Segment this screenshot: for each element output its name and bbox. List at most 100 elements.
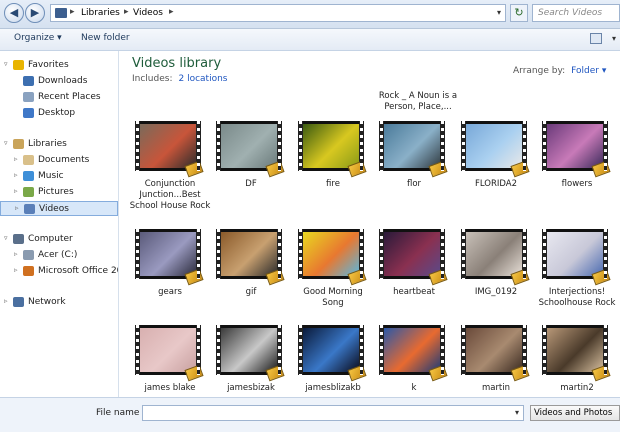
thumbnail-image	[221, 124, 277, 168]
breadcrumb-videos[interactable]: Videos	[133, 8, 163, 18]
video-thumbnail	[135, 121, 204, 178]
file-name-label: james blake	[144, 383, 196, 393]
sidebar-item-computer[interactable]: ▿ Computer	[0, 232, 118, 247]
file-list: Videos library Includes: 2 locations Arra…	[119, 51, 620, 397]
sidebar-item-downloads[interactable]: Downloads	[0, 74, 118, 89]
file-type-filter-label: Videos and Photos	[534, 408, 613, 418]
folder-icon	[23, 76, 34, 86]
file-name-label: jamesbizak	[227, 383, 275, 393]
thumbnail-image	[466, 328, 522, 372]
expander-icon[interactable]: ▹	[14, 171, 18, 179]
file-type-filter[interactable]: Videos and Photos	[530, 405, 620, 421]
organize-button[interactable]: Organize ▾	[14, 33, 62, 43]
sidebar-item-videos[interactable]: ▹ Videos	[0, 201, 118, 216]
includes-line: Includes: 2 locations	[132, 74, 227, 84]
sidebar-item-recent-places[interactable]: Recent Places	[0, 90, 118, 105]
sidebar-item-documents[interactable]: ▹ Documents	[0, 153, 118, 168]
file-name-label: martin2	[560, 383, 594, 393]
file-name-label: IMG_0192	[474, 287, 518, 297]
locations-link[interactable]: 2 locations	[178, 74, 227, 84]
thumbnail-image	[303, 124, 359, 168]
file-name-label: flor	[406, 179, 422, 189]
thumbnail-image	[466, 124, 522, 168]
expander-icon[interactable]: ▹	[14, 187, 18, 195]
expander-icon[interactable]: ▹	[14, 266, 18, 274]
sidebar-item-label: Computer	[28, 234, 73, 244]
expander-icon[interactable]: ▹	[14, 250, 18, 258]
file-name-label: flowers	[561, 179, 593, 189]
file-name-bar: File name ▾ Videos and Photos	[0, 397, 620, 432]
video-thumbnail	[542, 325, 611, 382]
thumbnail-image	[303, 328, 359, 372]
video-thumbnail	[298, 325, 367, 382]
expander-icon[interactable]: ▹	[15, 204, 19, 212]
chevron-down-icon[interactable]: ▾	[612, 34, 616, 43]
video-thumbnail	[216, 325, 285, 382]
chevron-down-icon[interactable]: ▾	[515, 408, 519, 417]
arrange-by: Arrange by: Folder ▾	[513, 66, 606, 76]
file-name-label: File name	[96, 408, 140, 418]
folder-icon	[23, 250, 34, 260]
breadcrumb-libraries[interactable]: Libraries	[81, 8, 120, 18]
library-title: Videos library	[132, 56, 222, 71]
view-icon[interactable]	[590, 33, 602, 44]
folder-icon	[13, 60, 24, 70]
file-name-input[interactable]: ▾	[142, 405, 524, 421]
expander-icon[interactable]: ▿	[4, 60, 8, 68]
file-name-label: fire	[326, 179, 340, 189]
search-input[interactable]: Search Videos	[532, 4, 620, 22]
sidebar-item-acer-c[interactable]: ▹ Acer (C:)	[0, 248, 118, 263]
forward-button[interactable]: ▶	[25, 3, 45, 23]
navigation-pane: ▿ Favorites Downloads Recent Places Desktop ▿…	[0, 51, 119, 397]
video-thumbnail	[461, 121, 530, 178]
command-bar: Organize ▾ New folder ▾	[0, 29, 620, 51]
sidebar-item-label: Videos	[39, 204, 69, 214]
arrange-by-dropdown[interactable]: Folder ▾	[571, 66, 606, 76]
new-folder-button[interactable]: New folder	[81, 33, 130, 43]
video-thumbnail	[216, 229, 285, 286]
video-thumbnail	[135, 229, 204, 286]
file-name-label: martin	[481, 383, 511, 393]
sidebar-item-label: Desktop	[38, 108, 76, 118]
sidebar-item-label: Network	[28, 297, 66, 307]
folder-icon	[23, 187, 34, 197]
partial-file-label[interactable]: Rock _ A Noun is a Person, Place,...	[377, 91, 459, 113]
breadcrumb-separator[interactable]: ▸	[70, 7, 75, 17]
folder-icon	[23, 108, 34, 118]
sidebar-item-pictures[interactable]: ▹ Pictures	[0, 185, 118, 200]
refresh-button[interactable]: ↻	[510, 4, 528, 22]
sidebar-item-desktop[interactable]: Desktop	[0, 106, 118, 121]
sidebar-item-music[interactable]: ▹ Music	[0, 169, 118, 184]
chevron-down-icon[interactable]: ▾	[497, 8, 501, 17]
file-name-label: Interjections! Schoolhouse Rock	[538, 287, 616, 308]
video-thumbnail	[461, 325, 530, 382]
expander-icon[interactable]: ▿	[4, 139, 8, 147]
video-thumbnail	[379, 229, 448, 286]
expander-icon[interactable]: ▹	[4, 297, 8, 305]
thumbnail-image	[384, 328, 440, 372]
breadcrumb[interactable]: ▸ Libraries ▸ Videos ▸ ▾	[50, 4, 506, 22]
sidebar-item-microsoft-office-201[interactable]: ▹ Microsoft Office 201	[0, 264, 118, 279]
sidebar-item-label: Recent Places	[38, 92, 101, 102]
folder-icon	[13, 234, 24, 244]
back-button[interactable]: ◀	[4, 3, 24, 23]
search-placeholder: Search Videos	[538, 8, 603, 18]
folder-icon	[55, 8, 67, 18]
sidebar-item-label: Documents	[38, 155, 90, 165]
address-bar: ◀ ▶ ▸ Libraries ▸ Videos ▸ ▾ ↻ Search Vi…	[0, 0, 620, 29]
expander-icon[interactable]: ▹	[14, 155, 18, 163]
thumbnail-image	[466, 232, 522, 276]
breadcrumb-separator[interactable]: ▸	[124, 7, 129, 17]
file-name-label: gears	[158, 287, 182, 297]
file-name-label: k	[411, 383, 417, 393]
thumbnail-image	[547, 124, 603, 168]
sidebar-item-libraries[interactable]: ▿ Libraries	[0, 137, 118, 152]
thumbnail-image	[221, 328, 277, 372]
video-thumbnail	[216, 121, 285, 178]
sidebar-item-label: Downloads	[38, 76, 88, 86]
breadcrumb-separator[interactable]: ▸	[169, 7, 174, 17]
sidebar-item-favorites[interactable]: ▿ Favorites	[0, 58, 118, 73]
expander-icon[interactable]: ▿	[4, 234, 8, 242]
file-name-label: DF	[245, 179, 257, 189]
sidebar-item-network[interactable]: ▹ Network	[0, 295, 118, 310]
